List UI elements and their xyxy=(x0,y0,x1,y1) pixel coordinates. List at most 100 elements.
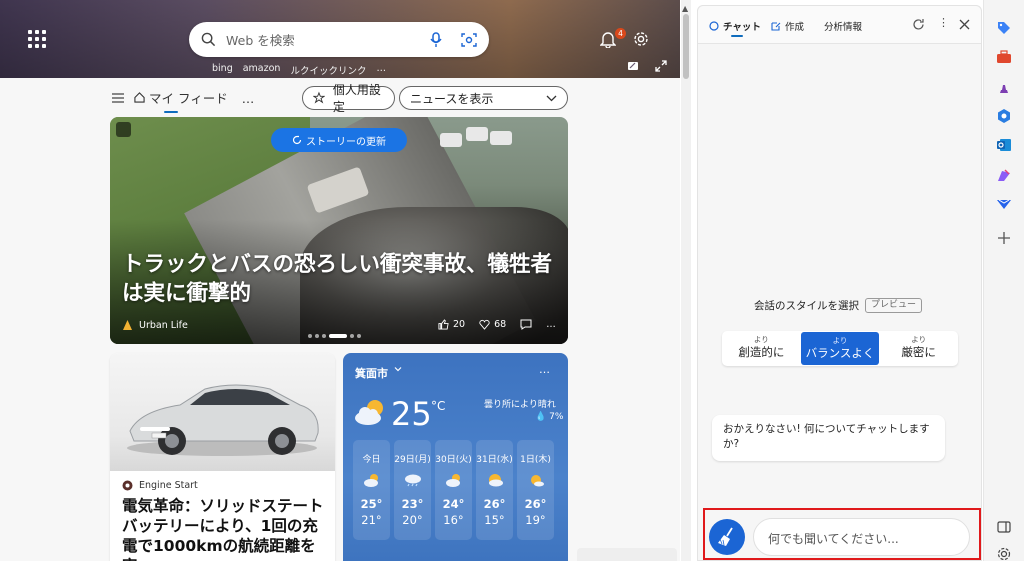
forecast-day-label: 29日(月) xyxy=(394,455,431,465)
conversation-style-heading: 会話のスタイルを選択 プレビュー xyxy=(754,298,923,313)
add-icon[interactable] xyxy=(996,230,1012,246)
drop-icon[interactable] xyxy=(996,196,1012,212)
thumbs-up-icon xyxy=(438,319,449,330)
comment-icon[interactable] xyxy=(520,319,532,330)
forecast-day[interactable]: 1日(木) 26° 19° xyxy=(517,440,554,540)
heart-icon xyxy=(479,319,490,330)
style-precise-button[interactable]: より 厳密に xyxy=(879,331,958,366)
story-update-label: ストーリーの更新 xyxy=(306,136,386,148)
hero-story-title[interactable]: トラックとバスの恐ろしい衝突事故、犠牲者は実に衝撃的 xyxy=(122,250,562,308)
quick-link[interactable]: bing xyxy=(212,63,233,77)
sparkle-star-icon xyxy=(313,91,325,104)
expand-icon[interactable] xyxy=(655,60,667,72)
tab-chat[interactable]: チャット xyxy=(709,19,761,37)
search-input[interactable]: Web を検索 xyxy=(226,30,429,49)
style-prefix: より xyxy=(753,335,769,344)
page-scrollbar[interactable]: ▲ xyxy=(681,0,691,561)
outlook-icon[interactable] xyxy=(996,137,1012,153)
chat-icon xyxy=(709,21,719,31)
style-label: バランスよく xyxy=(805,346,875,360)
tools-briefcase-icon[interactable] xyxy=(996,49,1012,65)
chat-input[interactable]: 何でも聞いてください... xyxy=(753,518,970,556)
visual-search-icon[interactable] xyxy=(461,32,477,48)
style-balanced-button[interactable]: より バランスよく xyxy=(800,332,880,365)
copilot-header: チャット 作成 分析情報 ⋮ xyxy=(698,6,981,44)
search-icon xyxy=(201,32,216,47)
carousel-indicator[interactable] xyxy=(308,334,361,338)
apps-grid-icon[interactable] xyxy=(26,28,48,50)
comment-reaction-button[interactable]: 68 xyxy=(479,319,506,330)
forecast-day-label: 30日(火) xyxy=(435,455,472,465)
refresh-icon xyxy=(292,135,302,145)
forecast-low: 20° xyxy=(402,513,423,527)
more-options-icon[interactable]: ⋮ xyxy=(938,16,949,29)
settings-gear-icon[interactable] xyxy=(996,546,1012,560)
forecast-day[interactable]: 今日 25° 21° xyxy=(353,440,390,540)
like-button[interactable]: 20 xyxy=(438,319,465,330)
forecast-low: 16° xyxy=(443,513,464,527)
scroll-up-arrow-icon[interactable]: ▲ xyxy=(682,4,688,13)
sun-icon xyxy=(527,473,545,487)
forecast-day[interactable]: 30日(火) 24° 16° xyxy=(435,440,472,540)
car-card-title[interactable]: 電気革命：ソリッドステートバッテリーにより、1回の充電で1000kmの航続距離を… xyxy=(122,496,332,561)
chevron-down-icon xyxy=(546,95,557,101)
home-icon xyxy=(134,91,145,103)
new-topic-button[interactable] xyxy=(709,519,745,555)
tab-compose-label: 作成 xyxy=(785,22,805,33)
settings-gear-icon[interactable] xyxy=(633,31,649,47)
weather-location-selector[interactable]: 箕面市 xyxy=(355,365,402,381)
shopping-tag-icon[interactable] xyxy=(996,20,1012,36)
menu-icon[interactable] xyxy=(112,93,124,103)
tab-my-feed[interactable]: マイ フィード xyxy=(134,88,228,113)
car-card-source[interactable]: Engine Start xyxy=(122,480,198,491)
story-update-button[interactable]: ストーリーの更新 xyxy=(271,128,407,152)
conversation-style-selector: より 創造的に より バランスよく より 厳密に xyxy=(722,331,958,366)
forecast-low: 19° xyxy=(525,513,546,527)
forecast-day[interactable]: 31日(水) 26° 15° xyxy=(476,440,513,540)
search-box[interactable]: Web を検索 xyxy=(189,22,489,57)
forecast-high: 26° xyxy=(524,497,547,511)
partly-cloudy-icon xyxy=(355,400,383,425)
refresh-icon[interactable] xyxy=(912,18,925,31)
hero-story-source[interactable]: Urban Life xyxy=(122,319,188,331)
forecast-day[interactable]: 29日(月) 23° 20° xyxy=(394,440,431,540)
weather-card[interactable]: 箕面市 … 25 °C 曇り所により晴れ 💧 7% 今日 25° 21° 29日… xyxy=(343,353,568,561)
microphone-icon[interactable] xyxy=(429,31,443,48)
personalize-label: 個人用設定 xyxy=(332,83,381,114)
story-more-button[interactable]: … xyxy=(546,319,556,330)
sidebar-toggle-icon[interactable] xyxy=(996,519,1012,535)
forecast-day-label: 31日(水) xyxy=(476,455,513,465)
quick-link[interactable]: … xyxy=(376,63,386,77)
forecast-day-label: 今日 xyxy=(362,455,381,465)
news-card-car[interactable]: Engine Start 電気革命：ソリッドステートバッテリーにより、1回の充電… xyxy=(110,353,335,561)
style-creative-button[interactable]: より 創造的に xyxy=(722,331,801,366)
news-display-dropdown[interactable]: ニュースを表示 xyxy=(399,86,568,110)
weather-city: 箕面市 xyxy=(355,367,388,380)
cloud-sun-icon xyxy=(486,473,504,487)
car-illustration xyxy=(127,384,319,456)
hero-story-actions: 20 68 … xyxy=(438,319,556,330)
games-chess-icon[interactable] xyxy=(996,79,1012,95)
tab-compose[interactable]: 作成 xyxy=(771,19,804,33)
notification-bell-icon[interactable] xyxy=(600,30,616,48)
quick-links: bing amazon ルクイックリンク … xyxy=(212,63,386,77)
rain-chance: 💧 7% xyxy=(535,412,563,422)
close-icon[interactable] xyxy=(959,19,970,30)
copilot-greeting-message: おかえりなさい! 何についてチャットしますか? xyxy=(712,415,945,461)
rain-cloud-icon xyxy=(404,473,422,487)
forecast-high: 23° xyxy=(401,497,424,511)
broom-icon xyxy=(718,527,733,546)
feedback-button[interactable] xyxy=(577,548,677,561)
tab-chat-label: チャット xyxy=(723,22,761,33)
microsoft-365-icon[interactable] xyxy=(996,108,1012,124)
temperature-unit-toggle[interactable]: °C xyxy=(431,399,445,413)
weather-more-button[interactable]: … xyxy=(539,363,550,376)
personalize-button[interactable]: 個人用設定 xyxy=(302,83,395,114)
tab-insights[interactable]: 分析情報 xyxy=(824,19,862,33)
feed-more-button[interactable]: … xyxy=(242,91,255,106)
scrollbar-thumb[interactable] xyxy=(683,14,689,79)
designer-icon[interactable] xyxy=(996,167,1012,183)
quick-link[interactable]: amazon xyxy=(243,63,281,77)
edit-background-icon[interactable] xyxy=(627,60,639,72)
quick-link[interactable]: ルクイックリンク xyxy=(290,63,366,77)
